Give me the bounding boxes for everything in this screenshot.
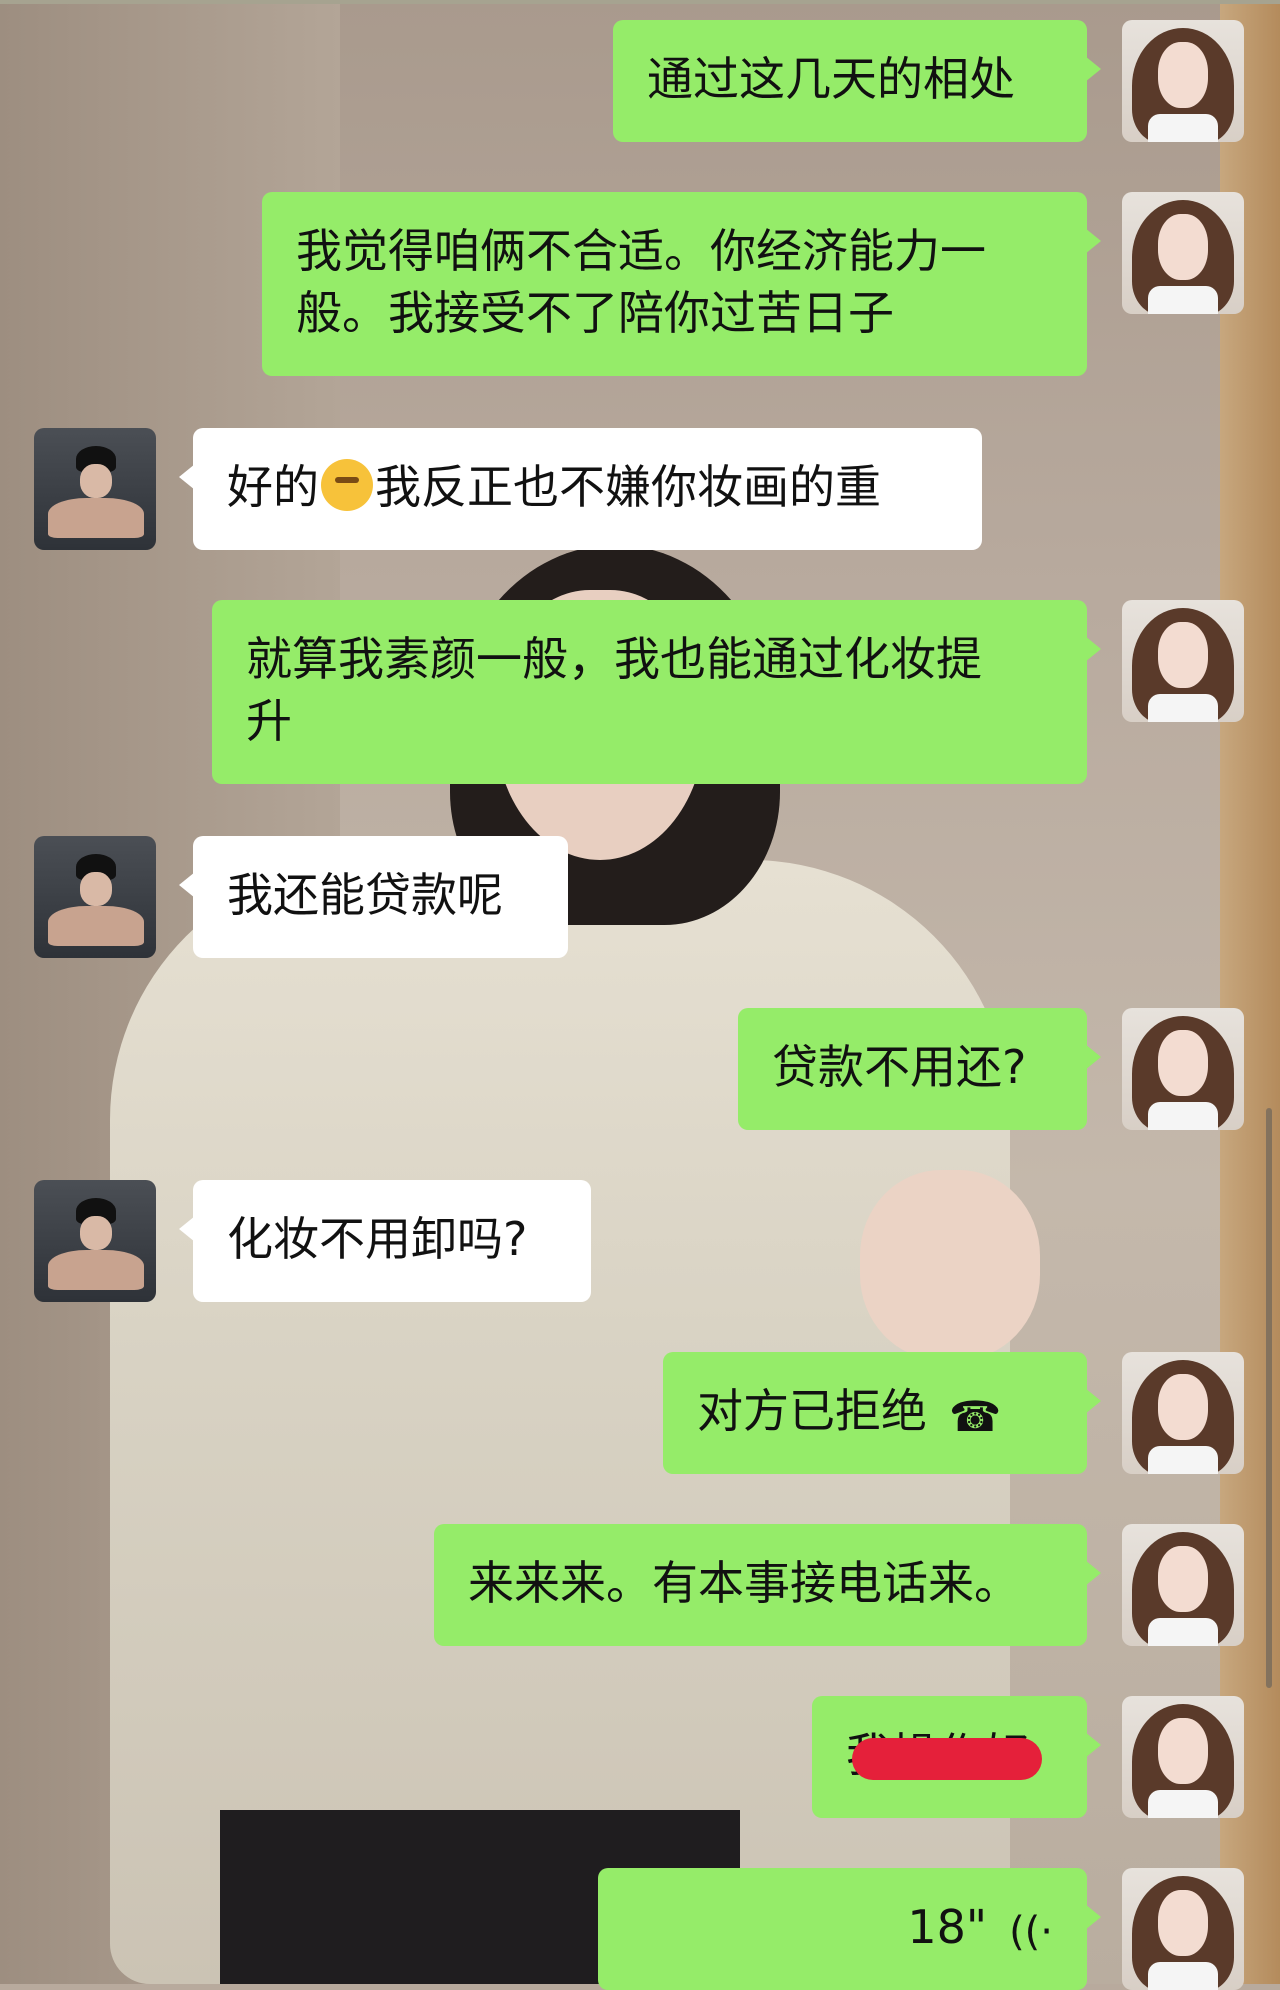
message-text: 就算我素颜一般，我也能通过化妆提 升	[246, 632, 982, 748]
message-row: 好的 我反正也不嫌你妆画的重	[0, 428, 1280, 550]
contact-avatar[interactable]	[34, 1180, 156, 1302]
sent-message-bubble[interactable]: 来来来。有本事接电话来。	[434, 1524, 1101, 1646]
received-message-bubble[interactable]: 好的 我反正也不嫌你妆画的重	[179, 428, 982, 550]
message-row: 我还能贷款呢	[0, 836, 1280, 958]
message-text: 对方已拒绝	[697, 1384, 927, 1438]
message-text: 化妆不用卸吗?	[227, 1212, 528, 1266]
sent-message-bubble[interactable]: 我觉得咱俩不合适。你经济能力一 般。我接受不了陪你过苦日子	[262, 192, 1101, 376]
sent-message-bubble[interactable]: 就算我素颜一般，我也能通过化妆提 升	[212, 600, 1101, 784]
sent-message-bubble[interactable]: 贷款不用还?	[738, 1008, 1101, 1130]
message-text: 我觉得咱俩不合适。你经济能力一 般。我接受不了陪你过苦日子	[296, 224, 986, 340]
sent-message-bubble[interactable]: 通过这几天的相处	[613, 20, 1101, 142]
voice-message-bubble[interactable]: 18" ((·	[598, 1868, 1101, 1990]
message-text: 贷款不用还?	[772, 1040, 1027, 1094]
message-row: 我觉得咱俩不合适。你经济能力一 般。我接受不了陪你过苦日子	[0, 192, 1280, 376]
message-row: 18" ((·	[0, 1868, 1280, 1990]
smirk-emoji-icon	[321, 459, 373, 511]
my-avatar[interactable]	[1122, 192, 1244, 314]
call-declined-icon: ☎	[949, 1392, 1002, 1441]
my-avatar[interactable]	[1122, 1696, 1244, 1818]
red-redaction-mark	[852, 1738, 1042, 1780]
contact-avatar[interactable]	[34, 428, 156, 550]
message-row: 来来来。有本事接电话来。	[0, 1524, 1280, 1646]
message-text: 好的	[227, 460, 319, 514]
message-row: 我操作好	[0, 1696, 1280, 1818]
my-avatar[interactable]	[1122, 1352, 1244, 1474]
message-text: 我还能贷款呢	[227, 868, 503, 922]
received-message-bubble[interactable]: 我还能贷款呢	[179, 836, 568, 958]
message-text: 通过这几天的相处	[647, 52, 1015, 106]
received-message-bubble[interactable]: 化妆不用卸吗?	[179, 1180, 591, 1302]
message-text: 我反正也不嫌你妆画的重	[375, 460, 881, 514]
message-row: 通过这几天的相处	[0, 20, 1280, 142]
message-row: 贷款不用还?	[0, 1008, 1280, 1130]
voice-wave-icon: ((·	[1009, 1909, 1053, 1955]
message-row: 化妆不用卸吗?	[0, 1180, 1280, 1302]
my-avatar[interactable]	[1122, 1868, 1244, 1990]
sent-message-bubble[interactable]: 我操作好	[812, 1696, 1101, 1818]
message-row: 对方已拒绝 ☎	[0, 1352, 1280, 1474]
my-avatar[interactable]	[1122, 1008, 1244, 1130]
call-record-bubble[interactable]: 对方已拒绝 ☎	[663, 1352, 1101, 1474]
top-border	[0, 0, 1280, 4]
my-avatar[interactable]	[1122, 1524, 1244, 1646]
message-row: 就算我素颜一般，我也能通过化妆提 升	[0, 600, 1280, 784]
my-avatar[interactable]	[1122, 20, 1244, 142]
scrollbar[interactable]	[1266, 1108, 1272, 1688]
my-avatar[interactable]	[1122, 600, 1244, 722]
voice-duration: 18"	[907, 1900, 988, 1954]
contact-avatar[interactable]	[34, 836, 156, 958]
message-text: 来来来。有本事接电话来。	[468, 1556, 1020, 1610]
